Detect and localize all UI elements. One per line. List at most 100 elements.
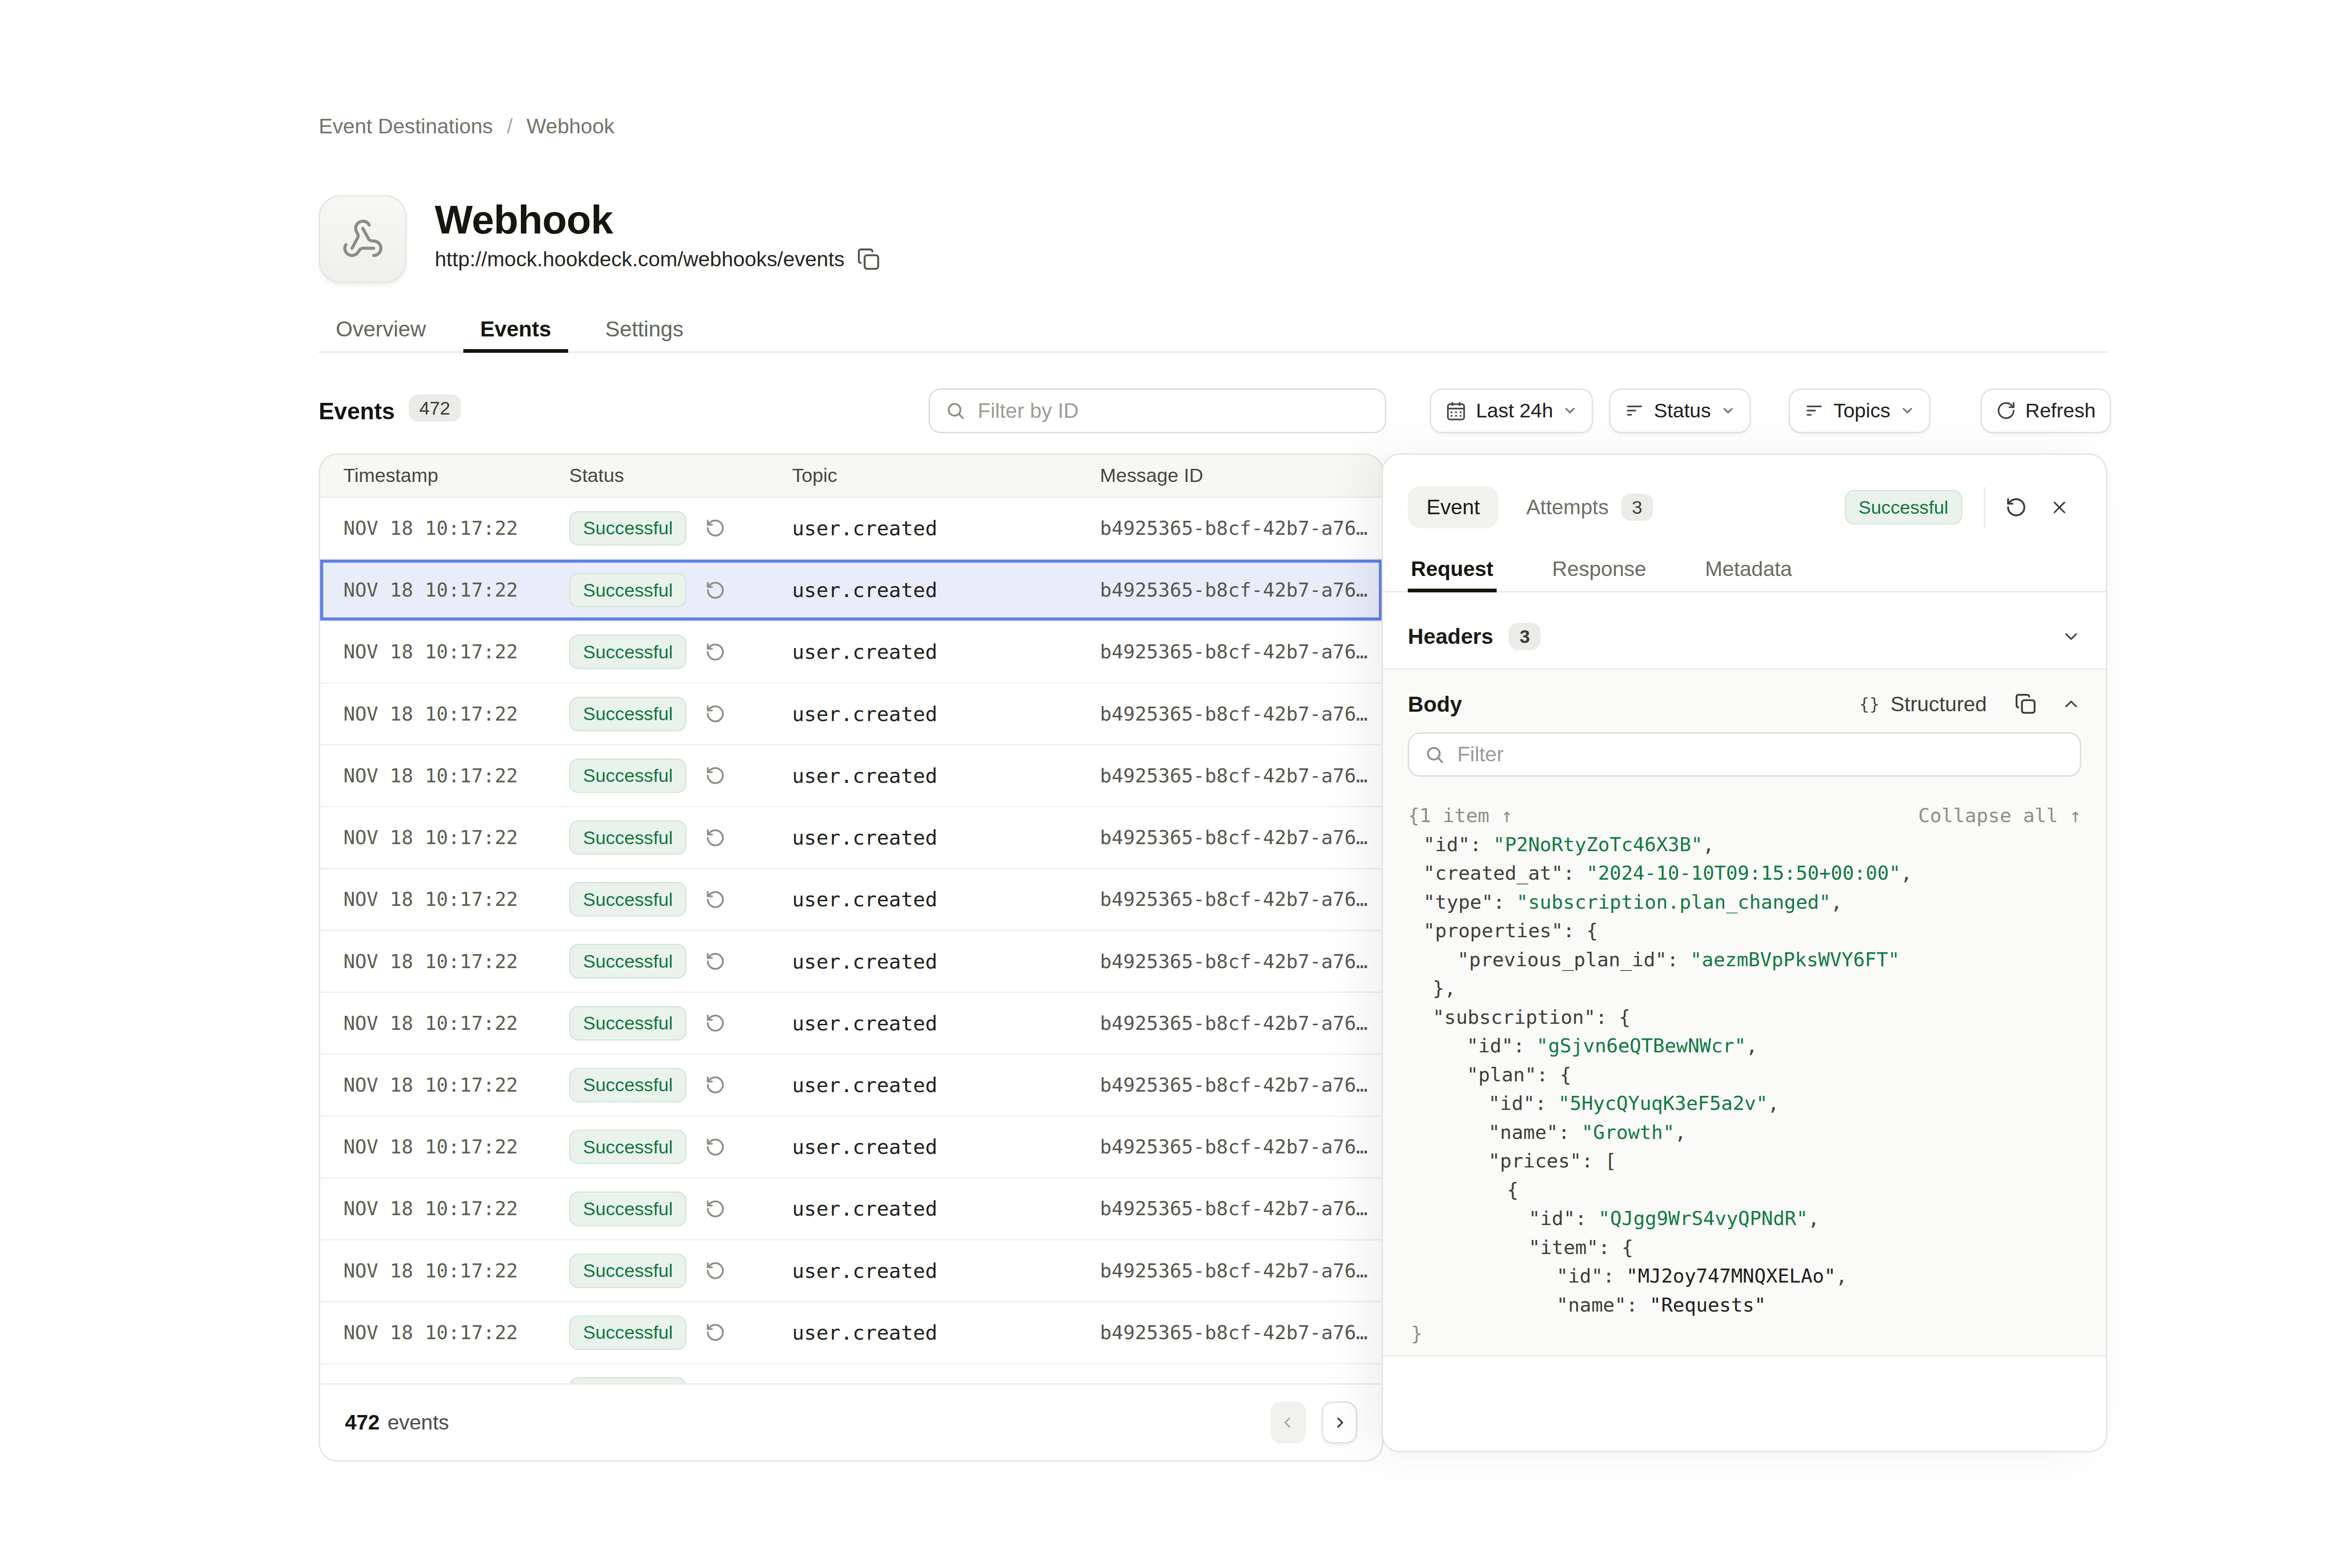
cell-message-id: b4925365-b8cf-42b7-a76… [1100,1197,1382,1220]
table-row[interactable]: NOV 18 10:17:22Successfuluser.createdb49… [320,931,1382,993]
time-range-label: Last 24h [1476,399,1553,422]
retry-icon[interactable] [705,890,725,910]
table-row[interactable]: NOV 18 10:17:22Successfuluser.createdb49… [320,1055,1382,1116]
retry-icon[interactable] [705,828,725,848]
collapse-all-button[interactable]: Collapse all ↑ [1918,802,2081,831]
search-icon [1425,744,1445,765]
column-message-id: Message ID [1100,465,1382,487]
retry-icon[interactable] [705,580,725,600]
page-tabs: Overview Events Settings [319,306,2107,353]
filter-by-id-input[interactable] [929,388,1387,433]
table-row[interactable]: NOV 18 10:17:22Successfuluser.createdb49… [320,993,1382,1055]
cell-timestamp: NOV 18 10:17:22 [320,641,569,663]
close-panel-icon[interactable] [2038,497,2081,518]
json-items-meta[interactable]: {1 item ↑ [1408,802,1513,831]
retry-icon[interactable] [705,1322,725,1342]
topics-filter-button[interactable]: Topics [1789,388,1930,433]
cell-timestamp: NOV 18 10:17:22 [320,703,569,725]
breadcrumb-current[interactable]: Webhook [526,115,614,138]
cell-topic: user.created [792,1259,1100,1283]
event-pill[interactable]: Event [1408,486,1498,528]
retry-icon[interactable] [705,642,725,662]
tab-metadata[interactable]: Metadata [1702,547,1795,591]
cell-timestamp: NOV 18 10:17:22 [320,579,569,601]
event-detail-panel: Event Attempts 3 Successful Request Resp… [1382,453,2107,1453]
cell-topic: user.created [792,517,1100,540]
search-icon [945,401,965,421]
table-row[interactable]: NOV 18 10:17:22Successfuluser.createdb49… [320,1240,1382,1302]
breadcrumb-section[interactable]: Event Destinations [319,115,493,138]
refresh-button[interactable]: Refresh [1981,388,2111,433]
status-badge: Successful [569,511,687,546]
status-badge: Successful [569,944,687,978]
filter-by-id-field[interactable] [978,399,1369,423]
table-footer: 472 events [320,1383,1382,1460]
retry-icon[interactable] [705,1075,725,1095]
chevron-up-icon[interactable] [2061,694,2081,714]
tab-settings[interactable]: Settings [588,306,701,351]
cell-timestamp: NOV 18 10:17:22 [320,826,569,849]
cell-message-id: b4925365-b8cf-42b7-a76… [1100,826,1382,849]
filter-lines-icon [1804,401,1824,421]
copy-body-icon[interactable] [2015,693,2036,715]
json-line: "plan": { [1408,1061,2081,1090]
time-range-button[interactable]: Last 24h [1430,388,1593,433]
retry-icon[interactable] [705,704,725,724]
retry-icon[interactable] [705,1013,725,1033]
cell-timestamp: NOV 18 10:17:22 [320,950,569,973]
column-status: Status [569,465,792,487]
copy-url-icon[interactable] [857,248,880,271]
body-filter-field[interactable] [1457,743,2064,766]
webhook-events-page: Event Destinations / Webhook Webhook htt… [0,0,2340,1568]
next-page-button[interactable] [1322,1401,1357,1443]
retry-icon[interactable] [705,1199,725,1219]
body-filter-input[interactable] [1408,732,2081,777]
prev-page-button[interactable] [1271,1401,1306,1443]
body-label: Body [1408,692,1462,717]
json-line: "id": "gSjvn6eQTBewNWcr", [1408,1032,2081,1061]
attempts-count-badge: 3 [1621,494,1653,521]
tab-events[interactable]: Events [463,306,568,351]
table-row[interactable]: NOV 18 10:17:22Successfuluser.createdb49… [320,807,1382,869]
divider [1984,487,1985,527]
table-row[interactable]: NOV 18 10:17:22Successfuluser.createdb49… [320,684,1382,745]
body-section: Body {} Structured {1 item ↑ Collapse al… [1383,670,2106,1357]
table-row[interactable]: NOV 18 10:17:22Successfuluser.createdb49… [320,1179,1382,1240]
table-row[interactable]: NOV 18 10:17:22Successfuluser.createdb49… [320,745,1382,807]
refresh-icon [1996,401,2016,421]
retry-icon[interactable] [705,1137,725,1157]
tab-overview[interactable]: Overview [319,306,443,351]
status-filter-button[interactable]: Status [1609,388,1751,433]
attempts-toggle[interactable]: Attempts 3 [1526,494,1653,521]
chevron-down-icon [2061,627,2081,647]
structured-toggle[interactable]: {} Structured [1859,693,1987,716]
retry-icon[interactable] [705,518,725,538]
table-row[interactable]: NOV 18 10:17:22Successfuluser.createdb49… [320,869,1382,931]
cell-status: Successful [569,1006,792,1041]
tab-request[interactable]: Request [1408,547,1496,591]
events-count-badge: 472 [409,394,461,422]
table-row[interactable]: NOV 18 10:17:22Successfuluser.createdb49… [320,1302,1382,1364]
cell-topic: user.created [792,1135,1100,1159]
chevron-down-icon [1720,403,1736,418]
tab-response[interactable]: Response [1549,547,1649,591]
table-row[interactable]: NOV 18 10:17:22Successfuluser.createdb49… [320,622,1382,684]
retry-icon[interactable] [705,766,725,786]
retry-icon[interactable] [705,951,725,971]
json-line: { [1408,1176,2081,1205]
status-badge: Successful [569,1191,687,1226]
status-filter-label: Status [1654,399,1711,422]
cell-status: Successful [569,573,792,607]
table-row[interactable]: NOV 18 10:17:22Successfuluser.createdb49… [320,1117,1382,1179]
table-row[interactable]: NOV 18 10:17:22Successfuluser.createdb49… [320,498,1382,560]
cell-status: Successful [569,511,792,546]
headers-section-toggle[interactable]: Headers 3 [1383,592,2106,670]
cell-message-id: b4925365-b8cf-42b7-a76… [1100,1074,1382,1096]
status-badge: Successful [569,820,687,855]
column-topic: Topic [792,465,1100,487]
status-badge: Successful [569,1315,687,1350]
retry-icon[interactable] [705,1261,725,1281]
retry-event-icon[interactable] [1995,496,2038,518]
table-row[interactable]: NOV 18 10:17:22Successfuluser.createdb49… [320,560,1382,621]
cell-timestamp: NOV 18 10:17:22 [320,1197,569,1220]
